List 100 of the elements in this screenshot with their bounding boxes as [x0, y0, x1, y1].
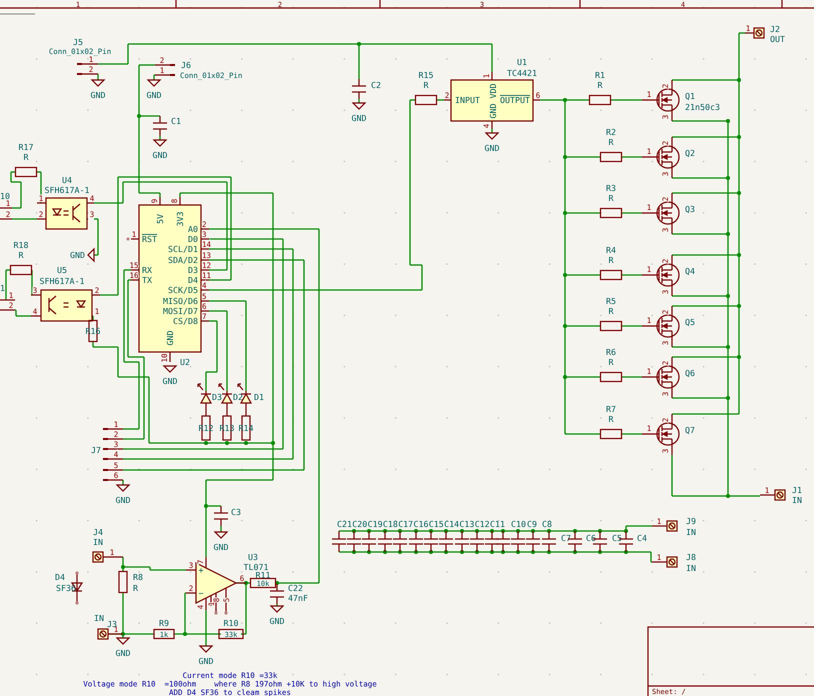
reference-label: J2 — [770, 24, 780, 34]
reference-label: D4 — [55, 572, 65, 582]
value-label: IN — [792, 495, 802, 505]
reference-label: C10 — [511, 519, 526, 529]
ground-label: GND — [116, 495, 130, 505]
value-label: 47nF — [288, 593, 308, 603]
reference-label: J5 — [73, 37, 83, 47]
reference-label: J3 — [107, 619, 117, 629]
pin-name: RST — [142, 234, 157, 244]
pin-name: CS/D8 — [173, 316, 198, 326]
pin-name: D3 — [188, 265, 198, 275]
ground-label: GND — [152, 150, 168, 160]
value-label: SFH617A-1 — [40, 276, 84, 286]
pin-name: SCK/D5 — [168, 285, 198, 295]
value-label: R — [608, 414, 614, 424]
reference-label: C12 — [474, 519, 490, 529]
pin-name: D4 — [188, 275, 198, 285]
value-label: R — [608, 357, 614, 367]
pin-name: MOSI/D7 — [163, 306, 198, 316]
reference-label: R2 — [606, 127, 616, 137]
reference-label: Q3 — [685, 204, 695, 214]
pin-name: TX — [142, 275, 152, 285]
ground-label: GND — [146, 90, 162, 100]
ground-label: GND — [90, 90, 106, 100]
value-label: OUT — [770, 34, 785, 44]
value-label: IN — [686, 527, 696, 537]
reference-label: C21 — [337, 519, 352, 529]
pin-name: MISO/D6 — [163, 296, 198, 306]
pin-name: OUTPUT — [500, 95, 530, 105]
reference-label: C13 — [459, 519, 474, 529]
reference-label: R9 — [159, 618, 169, 628]
pin-name: GND — [488, 104, 498, 118]
reference-label: C11 — [490, 519, 505, 529]
reference-label: J9 — [686, 516, 696, 526]
reference-label: R4 — [606, 245, 616, 255]
reference-label: R5 — [606, 296, 616, 306]
reference-label: D2 — [233, 392, 243, 402]
reference-label: R1 — [595, 70, 605, 80]
reference-label: R6 — [606, 347, 616, 357]
reference-label: R7 — [606, 404, 616, 414]
pin-name: 5V — [155, 214, 165, 224]
ground-label: GND — [116, 648, 130, 658]
ground-label: GND — [70, 250, 85, 260]
value-label: SFH617A-1 — [44, 185, 90, 195]
ground-label: GND — [352, 113, 366, 123]
reference-label: J6 — [181, 60, 191, 70]
reference-label: C16 — [414, 519, 428, 529]
pin-name: VDD — [488, 84, 498, 98]
pin-name: A0 — [188, 224, 198, 234]
value-label: R — [598, 80, 602, 90]
reference-label: C3 — [231, 507, 241, 517]
reference-label: U3 — [248, 552, 258, 562]
reference-label: 10 — [0, 191, 10, 201]
value-label: R — [424, 80, 428, 90]
reference-label: D1 — [254, 392, 264, 402]
pin-name: INPUT — [455, 95, 480, 105]
reference-label: J4 — [93, 527, 103, 537]
value-label: TC4421 — [507, 68, 537, 78]
reference-label: R11 — [256, 570, 270, 580]
reference-label: R10 — [224, 618, 238, 628]
ground-label: GND — [214, 542, 228, 552]
reference-label: 1 — [0, 283, 5, 293]
ground-label: GND — [162, 376, 178, 386]
reference-label: C8 — [542, 519, 552, 529]
reference-label: C18 — [382, 519, 398, 529]
pin-name: RX — [142, 265, 152, 275]
reference-label: J8 — [686, 552, 696, 562]
reference-label: C22 — [288, 583, 303, 593]
value-label: R — [133, 583, 138, 593]
reference-label: Q2 — [685, 148, 695, 158]
ground-label: GND — [270, 616, 284, 626]
pin-name: 3V3 — [175, 212, 185, 226]
reference-label: C17 — [398, 519, 414, 529]
pin-name: + — [198, 565, 204, 575]
value-label: IN — [93, 537, 103, 547]
value-label: IN — [94, 613, 104, 623]
reference-label: U1 — [517, 57, 527, 67]
value-label: R — [24, 152, 28, 162]
value-label: R — [608, 306, 614, 316]
value-label: R — [608, 255, 614, 265]
reference-label: D3 — [212, 392, 222, 402]
reference-label: R3 — [606, 183, 616, 193]
value-label: TL071 — [244, 562, 268, 572]
reference-label: R15 — [418, 70, 434, 80]
reference-label: C15 — [428, 519, 444, 529]
value-label: R — [608, 193, 614, 203]
reference-label: Q5 — [685, 317, 695, 327]
value-label: IN — [686, 563, 696, 573]
reference-label: C4 — [637, 533, 647, 543]
reference-label: U4 — [62, 175, 72, 185]
reference-label: C14 — [444, 519, 460, 529]
value-label: 21n50c3 — [685, 102, 720, 112]
value-label: R — [608, 137, 614, 147]
reference-label: U2 — [180, 357, 190, 367]
reference-label: C20 — [352, 519, 368, 529]
value-label: R — [18, 250, 24, 260]
ground-label: GND — [484, 143, 500, 153]
reference-label: R8 — [133, 572, 143, 582]
pin-name: SCL/D1 — [168, 244, 198, 254]
reference-label: C2 — [371, 80, 381, 90]
